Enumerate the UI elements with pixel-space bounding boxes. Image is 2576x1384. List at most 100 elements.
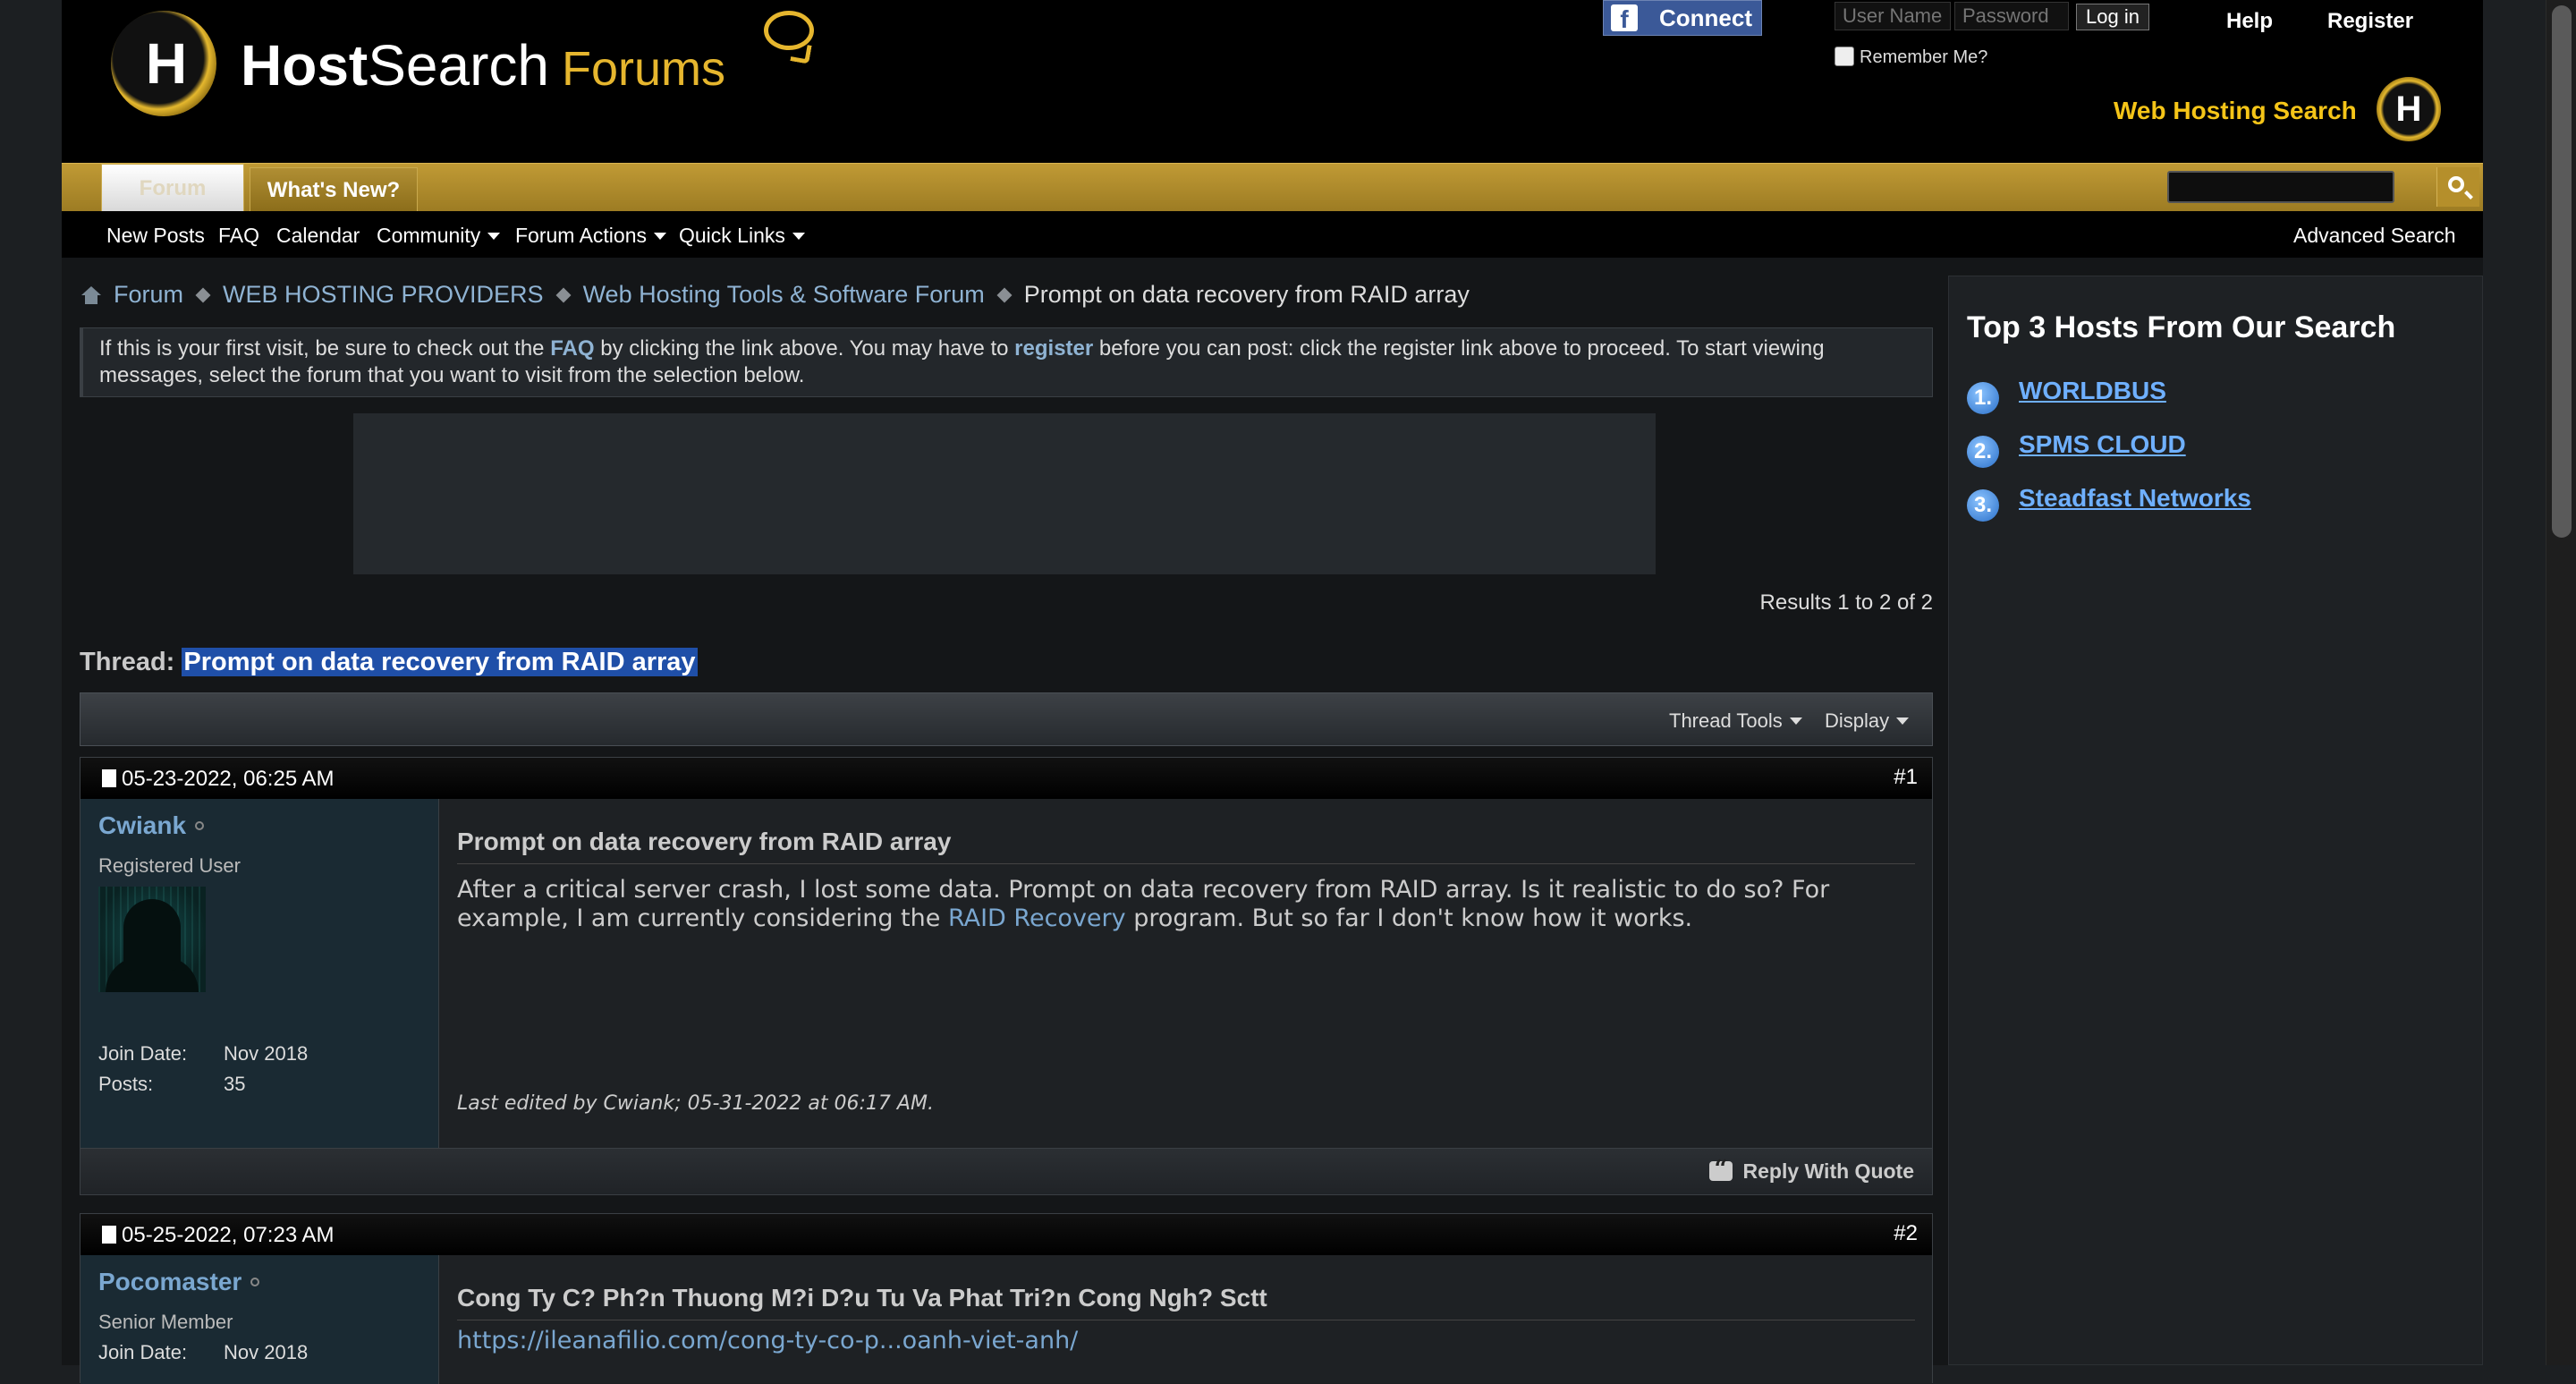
rank-badge-icon: 1. [1967,382,1999,414]
faq-notice-link[interactable]: FAQ [550,336,594,361]
quick-links-menu[interactable]: Quick Links [679,224,805,248]
post-header: 05-25-2022, 07:23 AM #2 [80,1214,1932,1255]
calendar-link[interactable]: Calendar [276,224,360,248]
post-title: Prompt on data recovery from RAID array [457,828,1915,864]
page-scrollbar[interactable] [2546,0,2576,1365]
speech-bubble-icon [764,11,814,50]
avatar[interactable] [98,887,206,992]
quick-search-input[interactable] [2167,171,2394,203]
host-item-3[interactable]: 3. Steadfast Networks [1967,484,2251,522]
post-count: Posts: 35 [98,1073,246,1095]
thread-title-selected: Prompt on data recovery from RAID array [182,648,698,676]
community-menu[interactable]: Community [377,224,501,248]
post-header: 05-23-2022, 06:25 AM #1 [80,758,1932,799]
offline-status-icon [250,1278,260,1286]
chevron-down-icon [487,233,501,240]
thread-tools-menu[interactable]: Thread Tools [1669,709,1802,733]
register-notice-link[interactable]: register [1014,336,1093,361]
thread-title: Thread: Prompt on data recovery from RAI… [80,648,698,676]
breadcrumb-forum[interactable]: Forum [114,281,183,308]
post-content: Cong Ty C? Ph?n Thuong M?i D?u Tu Va Pha… [438,1255,1932,1384]
user-info: Cwiank Registered User Join Date: Nov 201… [80,799,438,1148]
external-link[interactable]: https://ileanafilio.com/cong-ty-co-p...o… [457,1327,1078,1354]
breadcrumb-separator-icon [195,287,211,303]
ad-placeholder [353,413,1656,574]
tab-whats-new[interactable]: What's New? [250,167,418,212]
post-body: After a critical server crash, I lost so… [457,876,1830,932]
scrollbar-thumb[interactable] [2552,5,2572,538]
host-link[interactable]: WORLDBUS [2019,377,2166,404]
sidebar-top-hosts: Top 3 Hosts From Our Search 1. WORLDBUS 2… [1948,276,2483,1365]
chevron-down-icon [792,233,805,240]
breadcrumb-separator-icon [555,287,572,303]
first-visit-notice: If this is your first visit, be sure to … [80,327,1933,397]
host-item-2[interactable]: 2. SPMS CLOUD [1967,430,2186,468]
new-posts-link[interactable]: New Posts [106,224,205,248]
post-date: 05-25-2022, 07:23 AM [102,1223,335,1248]
quote-icon [1708,1156,1733,1183]
home-icon[interactable] [81,286,101,304]
forum-actions-menu[interactable]: Forum Actions [515,224,666,248]
chevron-down-icon [1789,717,1802,725]
edited-note: Last edited by Cwiank; 05-31-2022 at 06:… [457,1092,934,1115]
post-date: 05-23-2022, 06:25 AM [102,767,335,792]
search-icon [2448,176,2464,192]
document-icon [102,1226,116,1244]
help-link[interactable]: Help [2226,9,2273,34]
login-button[interactable]: Log in [2076,4,2149,30]
search-button[interactable] [2436,167,2479,207]
register-link[interactable]: Register [2327,9,2413,34]
post: 05-25-2022, 07:23 AM #2 Pocomaster Senio… [80,1213,1933,1384]
join-date: Join Date: Nov 2018 [98,1341,309,1363]
post-footer: Reply With Quote [80,1148,1932,1194]
sidebar-title: Top 3 Hosts From Our Search [1967,310,2396,344]
display-menu[interactable]: Display [1825,709,1910,733]
username-input[interactable] [1835,2,1951,30]
facebook-connect-button[interactable]: f Connect [1603,0,1762,36]
username-link[interactable]: Cwiank [98,811,205,840]
document-icon [102,769,116,787]
logo-wordmark: HostSearch Forums [241,33,726,98]
web-hosting-search-link[interactable]: Web Hosting Search [2114,97,2357,125]
breadcrumb-web-hosting-providers[interactable]: WEB HOSTING PROVIDERS [223,281,544,308]
tab-forum[interactable]: Forum [101,164,244,212]
remember-me-checkbox[interactable] [1835,47,1854,66]
host-link[interactable]: Steadfast Networks [2019,484,2251,512]
facebook-icon: f [1611,4,1638,33]
logo-emblem: H [111,11,216,116]
join-date: Join Date: Nov 2018 [98,1042,309,1065]
username-link[interactable]: Pocomaster [98,1268,260,1296]
faq-link[interactable]: FAQ [218,224,259,248]
chevron-down-icon [654,233,666,240]
post-permalink[interactable]: #1 [1894,765,1918,790]
post: 05-23-2022, 06:25 AM #1 Cwiank Registere… [80,757,1933,1195]
post-content: Prompt on data recovery from RAID array … [438,799,1932,1148]
post-title: Cong Ty C? Ph?n Thuong M?i D?u Tu Va Pha… [457,1284,1915,1320]
password-input[interactable] [1954,2,2069,30]
sub-navbar: New Posts FAQ Calendar Community Forum A… [62,211,2483,258]
chevron-down-icon [1896,717,1910,725]
thread-toolbar: Thread Tools Display [80,692,1933,746]
advanced-search-link[interactable]: Advanced Search [2293,224,2456,248]
hostsearch-emblem-icon[interactable]: H [2377,77,2441,141]
host-item-1[interactable]: 1. WORLDBUS [1967,377,2166,414]
page-wrapper: H HostSearchForums fConnect Log in Remem… [62,0,2483,1384]
post-permalink[interactable]: #2 [1894,1221,1918,1246]
breadcrumb: Forum WEB HOSTING PROVIDERS Web Hosting To… [80,281,1933,311]
offline-status-icon [195,821,205,830]
rank-badge-icon: 3. [1967,489,1999,522]
user-title: Registered User [98,854,241,877]
breadcrumb-tools-forum[interactable]: Web Hosting Tools & Software Forum [583,281,985,308]
site-logo[interactable]: H HostSearch Forums [111,5,826,122]
breadcrumb-current: Prompt on data recovery from RAID array [1023,281,1470,308]
user-title: Senior Member [98,1311,233,1333]
site-header: H HostSearchForums fConnect Log in Remem… [62,0,2483,163]
post-body: https://ileanafilio.com/cong-ty-co-p...o… [457,1327,1915,1355]
user-info: Pocomaster Senior Member Join Date: Nov 2… [80,1255,438,1384]
reply-with-quote-button[interactable]: Reply With Quote [1708,1156,1914,1184]
results-count: Results 1 to 2 of 2 [1759,590,1933,615]
raid-recovery-link[interactable]: RAID Recovery [948,904,1126,932]
rank-badge-icon: 2. [1967,436,1999,468]
host-link[interactable]: SPMS CLOUD [2019,430,2186,458]
remember-me[interactable]: Remember Me? [1835,47,1987,68]
